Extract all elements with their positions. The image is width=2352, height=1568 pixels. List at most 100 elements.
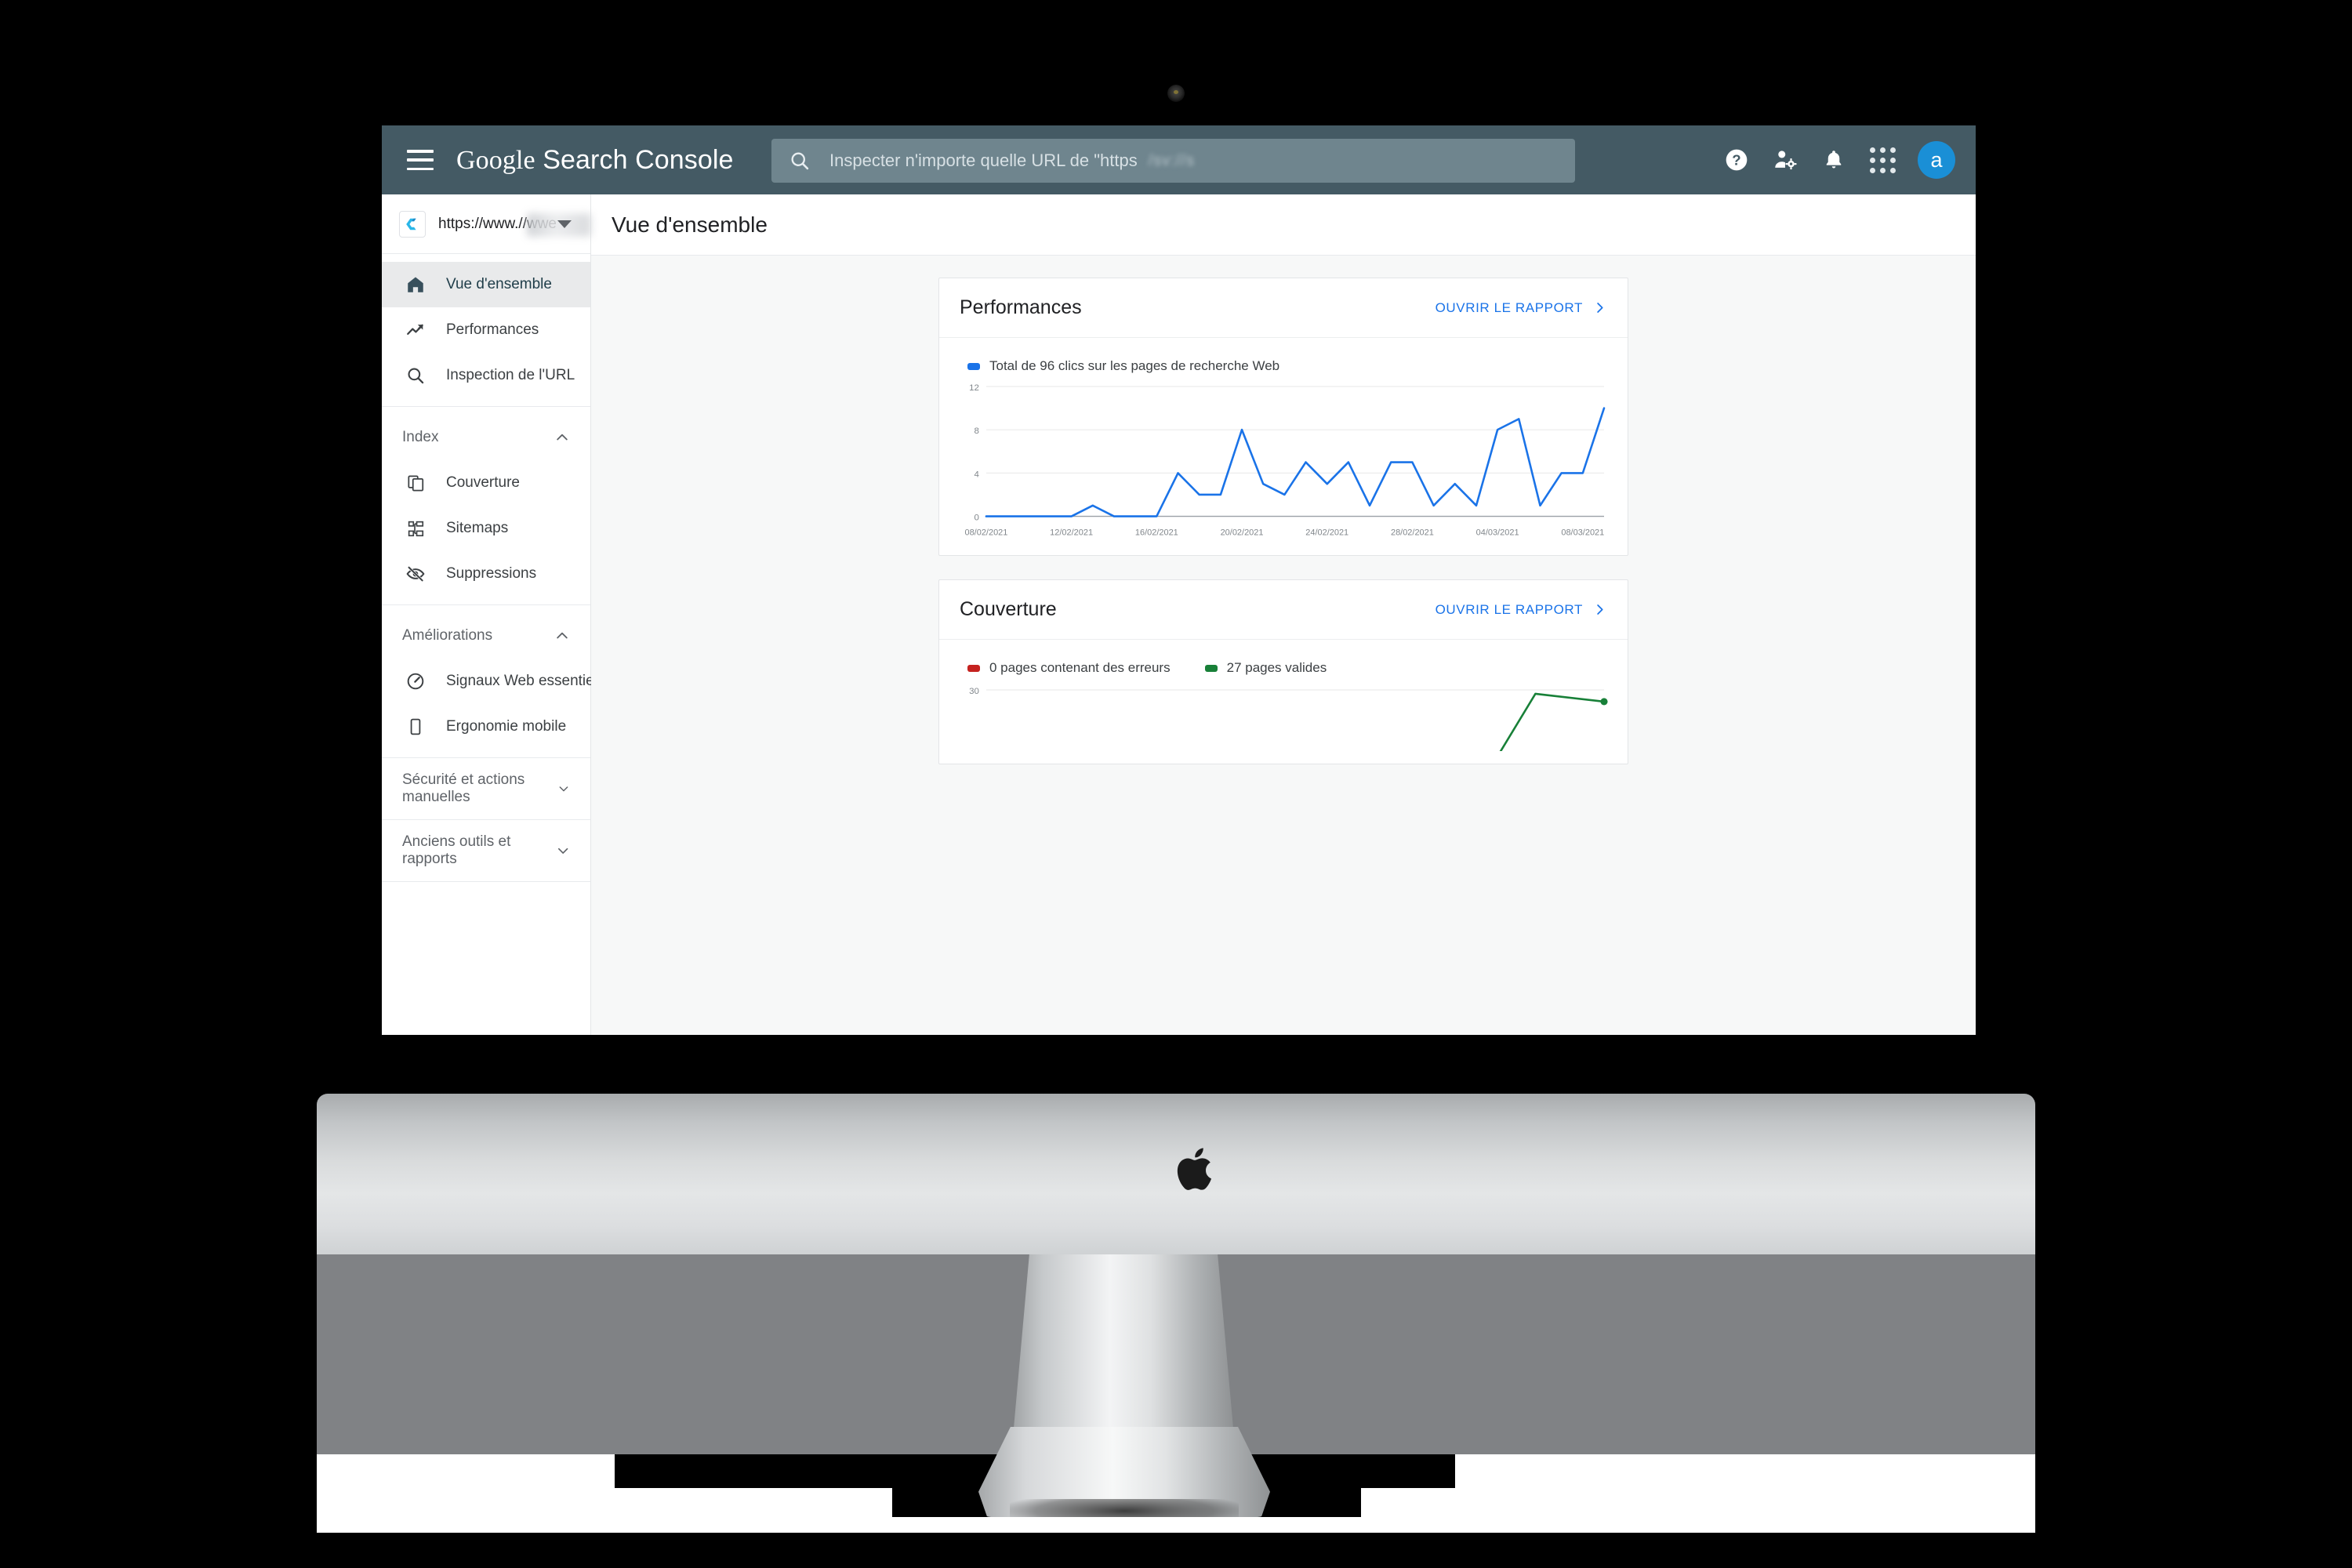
- apple-logo-icon: [1177, 1148, 1212, 1190]
- sidebar-index-group: Index Couverture Sitemaps Suppressions: [382, 407, 590, 605]
- sitemap-icon: [402, 515, 429, 542]
- search-placeholder-text: Inspecter n'importe quelle URL de "https: [829, 151, 1138, 170]
- top-app-bar: Google Search Console Inspecter n'import…: [382, 125, 1976, 194]
- sidebar-improvements-group: Améliorations Signaux Web essentiels Erg…: [382, 605, 604, 758]
- open-report-label: OUVRIR LE RAPPORT: [1435, 299, 1583, 315]
- performance-card-header: Performances OUVRIR LE RAPPORT: [939, 278, 1628, 338]
- brand-title: Google Search Console: [456, 145, 734, 176]
- apps-grid-icon[interactable]: [1858, 136, 1907, 184]
- chevron-down-icon[interactable]: [557, 220, 572, 228]
- svg-text:20/02/2021: 20/02/2021: [1221, 528, 1264, 538]
- svg-text:04/03/2021: 04/03/2021: [1476, 528, 1519, 538]
- svg-text:16/02/2021: 16/02/2021: [1135, 528, 1178, 538]
- performance-card-title: Performances: [960, 296, 1082, 318]
- svg-text:?: ?: [1732, 152, 1740, 169]
- desk-surface-bottom: [317, 1517, 2035, 1533]
- chevron-right-icon: [1597, 303, 1603, 313]
- legend-item-clicks[interactable]: Total de 96 clics sur les pages de reche…: [967, 358, 1279, 374]
- performance-line-chart-svg: 0 4 8 12 08/02/2021 12/02/2021 16/02/2021 20/02…: [964, 383, 1606, 538]
- desk-surface-right: [1455, 1454, 2035, 1517]
- sidebar-item-signaux-web-essentiels[interactable]: Signaux Web essentiels: [382, 659, 604, 704]
- svg-text:24/02/2021: 24/02/2021: [1305, 528, 1348, 538]
- legend-swatch: [1204, 664, 1218, 672]
- coverage-card-title: Couverture: [960, 598, 1057, 621]
- performance-chart: 0 4 8 12 08/02/2021 12/02/2021 16/02/2021 20/02…: [956, 379, 1610, 543]
- sidebar-legacy-group: Anciens outils et rapports: [382, 820, 590, 882]
- screenshot-stage: Google Search Console Inspecter n'import…: [0, 0, 2352, 1568]
- performance-open-report-link[interactable]: OUVRIR LE RAPPORT: [1436, 300, 1607, 316]
- sidebar-item-label: Sitemaps: [446, 520, 509, 536]
- home-icon: [402, 271, 429, 298]
- sidebar-item-label: Inspection de l'URL: [446, 367, 575, 383]
- coverage-card-header: Couverture OUVRIR LE RAPPORT: [939, 580, 1628, 641]
- performance-card-body: Total de 96 clics sur les pages de reche…: [939, 338, 1628, 555]
- sidebar-item-label: Signaux Web essentiels: [446, 673, 605, 689]
- coverage-card: Couverture OUVRIR LE RAPPORT 0 pages con…: [938, 579, 1628, 765]
- sidebar-item-inspection-url[interactable]: Inspection de l'URL: [382, 353, 590, 398]
- chevron-right-icon: [1597, 604, 1603, 615]
- sidebar-section-index[interactable]: Index: [382, 415, 590, 460]
- avatar[interactable]: a: [1918, 141, 1955, 179]
- trending-up-icon: [402, 317, 429, 343]
- sidebar-item-ergonomie-mobile[interactable]: Ergonomie mobile: [382, 704, 590, 750]
- sidebar-item-suppressions[interactable]: Suppressions: [382, 551, 590, 597]
- eye-off-icon: [402, 561, 429, 587]
- chevron-down-icon: [559, 786, 568, 792]
- main-content: Vue d'ensemble Performances OUVRIR LE RA…: [591, 194, 1976, 1035]
- search-icon: [402, 362, 429, 389]
- url-inspection-search-input[interactable]: Inspecter n'importe quelle URL de "https…: [771, 139, 1575, 183]
- app-bar-actions: ? a: [1712, 125, 1955, 194]
- svg-text:08/02/2021: 08/02/2021: [964, 528, 1007, 538]
- sidebar-section-securite-actions-manuelles[interactable]: Sécurité et actions manuelles: [382, 766, 590, 811]
- hamburger-menu-icon[interactable]: [407, 150, 434, 170]
- sidebar-item-label: Performances: [446, 321, 539, 338]
- dashboard-scroll-area[interactable]: Performances OUVRIR LE RAPPORT Total de …: [591, 256, 1976, 1035]
- speedometer-icon: [402, 668, 429, 695]
- legend-item-errors[interactable]: 0 pages contenant des erreurs: [967, 660, 1171, 676]
- chevron-up-icon: [557, 632, 568, 639]
- sidebar-item-couverture[interactable]: Couverture: [382, 460, 590, 506]
- notifications-bell-icon[interactable]: [1809, 136, 1858, 184]
- imac-screen: Google Search Console Inspecter n'import…: [382, 125, 1976, 1035]
- legend-item-valid[interactable]: 27 pages valides: [1204, 660, 1327, 676]
- legend-swatch: [967, 664, 980, 672]
- legend-swatch: [967, 362, 980, 370]
- svg-text:0: 0: [975, 514, 979, 523]
- imac-stand-neck: [1011, 1254, 1236, 1454]
- coverage-chart: 30: [956, 681, 1610, 752]
- sidebar-section-anciens-outils-rapports[interactable]: Anciens outils et rapports: [382, 828, 590, 873]
- sidebar-security-group: Sécurité et actions manuelles: [382, 758, 590, 820]
- webcam-dot-icon: [1167, 85, 1185, 102]
- svg-text:12: 12: [969, 383, 979, 393]
- sidebar-item-label: Couverture: [446, 474, 520, 491]
- sidebar-section-ameliorations[interactable]: Améliorations: [382, 613, 590, 659]
- performance-card: Performances OUVRIR LE RAPPORT Total de …: [938, 278, 1628, 557]
- mobile-phone-icon: [402, 713, 429, 740]
- sidebar-item-vue-densemble[interactable]: Vue d'ensemble: [382, 262, 590, 307]
- chevron-up-icon: [557, 434, 568, 441]
- help-icon[interactable]: ?: [1712, 136, 1761, 184]
- account-settings-icon[interactable]: [1761, 136, 1809, 184]
- sidebar-item-performances[interactable]: Performances: [382, 307, 590, 353]
- open-report-label: OUVRIR LE RAPPORT: [1435, 601, 1583, 617]
- desk-surface-mid-left: [615, 1488, 892, 1517]
- sidebar-section-label: Améliorations: [402, 627, 493, 644]
- sidebar-section-label: Sécurité et actions manuelles: [402, 771, 525, 805]
- coverage-card-body: 0 pages contenant des erreurs 27 pages v…: [939, 640, 1628, 764]
- svg-text:28/02/2021: 28/02/2021: [1391, 528, 1434, 538]
- coverage-open-report-link[interactable]: OUVRIR LE RAPPORT: [1436, 602, 1607, 618]
- legend-label: 0 pages contenant des erreurs: [989, 660, 1171, 676]
- performance-legend: Total de 96 clics sur les pages de reche…: [956, 358, 1610, 374]
- svg-text:12/02/2021: 12/02/2021: [1050, 528, 1093, 538]
- pages-copy-icon: [402, 470, 429, 496]
- legend-label: Total de 96 clics sur les pages de reche…: [989, 358, 1280, 373]
- sidebar-section-label: Index: [402, 429, 439, 445]
- search-icon: [791, 152, 809, 170]
- sidebar-item-sitemaps[interactable]: Sitemaps: [382, 506, 590, 551]
- property-selector[interactable]: https://www.//wwe: [382, 194, 591, 254]
- property-favicon-c-icon: [399, 210, 426, 238]
- search-blurred-suffix: /sv://s: [1148, 151, 1195, 169]
- svg-text:30: 30: [969, 687, 979, 696]
- desk-surface-mid-right: [1361, 1488, 1455, 1517]
- svg-text:4: 4: [975, 470, 980, 479]
